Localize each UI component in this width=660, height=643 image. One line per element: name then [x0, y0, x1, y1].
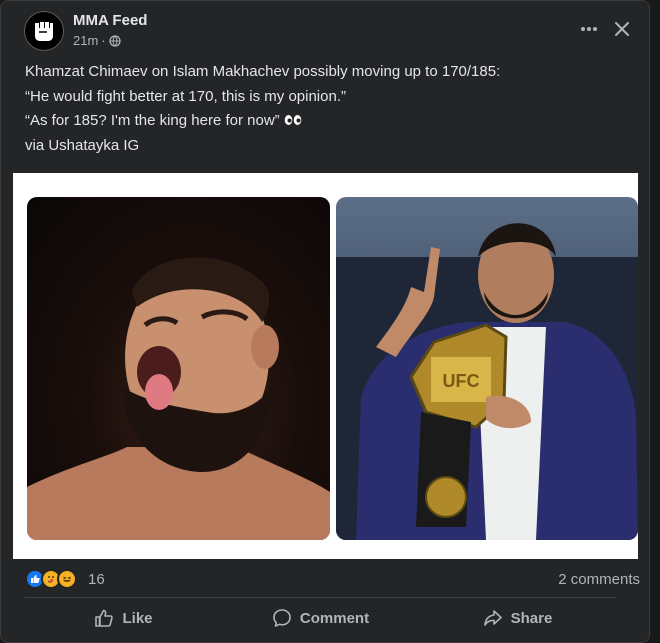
post-line-2: “He would fight better at 170, this is m… [25, 87, 346, 105]
comment-count[interactable]: 2 comments [558, 571, 640, 588]
close-button[interactable] [610, 17, 634, 41]
meta-separator: · [101, 33, 106, 48]
like-button[interactable]: Like [25, 601, 222, 635]
haha-reaction-icon [57, 569, 77, 589]
reaction-count[interactable]: 16 [88, 571, 105, 588]
belt-text: UFC [443, 371, 480, 391]
comment-icon [273, 609, 291, 627]
reaction-stats: 16 2 comments [25, 567, 640, 591]
more-dots-icon [581, 27, 597, 31]
more-options-button[interactable] [577, 17, 601, 41]
globe-icon [108, 34, 121, 47]
post-header: MMA Feed 21m · [24, 11, 634, 51]
comment-label: Comment [299, 609, 370, 627]
post-line-3: “As for 185? I'm the king here for now” [25, 109, 500, 134]
post-line-3-text: “As for 185? I'm the king here for now” [25, 112, 280, 129]
makhachev-photo[interactable]: UFC [336, 197, 638, 540]
thumbs-up-icon [95, 609, 114, 627]
post-card: MMA Feed 21m · Khamzat Chimaev on Islam … [0, 0, 650, 643]
post-text: Khamzat Chimaev on Islam Makhachev possi… [25, 60, 500, 158]
like-label: Like [122, 609, 153, 627]
close-icon [615, 22, 629, 36]
chimaev-photo[interactable] [27, 197, 330, 540]
reaction-icons[interactable] [25, 569, 77, 589]
eyes-emoji-icon [284, 115, 302, 125]
comment-button[interactable]: Comment [222, 601, 419, 635]
actions-divider [25, 597, 616, 598]
fist-logo-icon [35, 22, 53, 41]
action-bar: Like Comment Share [25, 601, 616, 635]
share-label: Share [510, 609, 553, 627]
fighter-with-belt-illustration: UFC [336, 223, 638, 540]
share-icon [483, 610, 502, 626]
photo-collage[interactable]: UFC [13, 173, 638, 559]
page-name[interactable]: MMA Feed [73, 12, 147, 29]
post-meta: 21m · [73, 33, 121, 48]
post-line-4: via Ushatayka IG [25, 136, 140, 154]
post-time[interactable]: 21m [73, 33, 98, 48]
fighter-face-illustration [27, 257, 330, 540]
share-button[interactable]: Share [419, 601, 616, 635]
post-line-1: Khamzat Chimaev on Islam Makhachev possi… [25, 63, 501, 80]
page-avatar[interactable] [24, 11, 64, 51]
